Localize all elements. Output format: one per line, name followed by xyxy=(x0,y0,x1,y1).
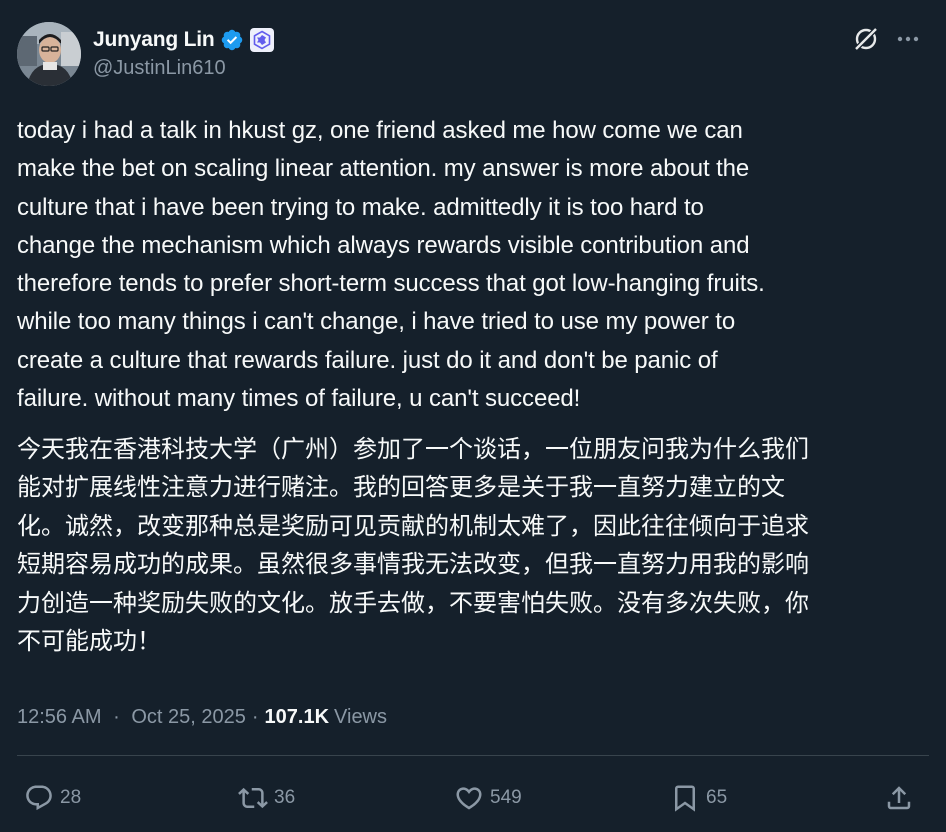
bookmark-icon xyxy=(675,785,695,812)
tweet-text-line: create a culture that rewards failure. j… xyxy=(17,346,718,374)
verified-badge-icon[interactable] xyxy=(220,28,244,52)
bookmark-button[interactable]: 65 xyxy=(670,780,727,816)
author-display-name[interactable]: Junyang Lin xyxy=(93,28,215,52)
tweet-text-line: therefore tends to prefer short-term suc… xyxy=(17,270,765,298)
share-button[interactable] xyxy=(884,780,914,816)
like-button[interactable]: 549 xyxy=(454,780,522,816)
tweet-text-line: 今天我在香港科技大学（广州）参加了一个谈话，一位朋友问我为什么我们 xyxy=(17,435,809,463)
tweet-card: Junyang Lin @JustinLin610 today i had a … xyxy=(0,0,946,832)
tweet-text-line: 力创造一种奖励失败的文化。放手去做，不要害怕失败。没有多次失败，你 xyxy=(17,588,809,617)
tweet-meta: 12:56 AM · Oct 25, 2025 · 107.1K Views xyxy=(17,702,387,732)
reply-count: 28 xyxy=(60,787,82,808)
tweet-text-chinese: 今天我在香港科技大学（广州）参加了一个谈话，一位朋友问我为什么我们 能对扩展线性… xyxy=(17,430,929,660)
grok-icon[interactable] xyxy=(851,24,881,54)
share-icon xyxy=(887,786,911,810)
reply-icon xyxy=(26,785,52,811)
divider xyxy=(17,755,929,756)
bookmark-count: 65 xyxy=(706,787,728,808)
reply-button[interactable]: 28 xyxy=(24,780,81,816)
affiliation-badge-icon[interactable] xyxy=(250,28,275,52)
meta-separator: · xyxy=(251,705,259,728)
tweet-text-line: failure. without many times of failure, … xyxy=(17,385,581,413)
repost-icon xyxy=(238,787,268,809)
like-count: 549 xyxy=(490,787,522,808)
tweet-text-line: change the mechanism which always reward… xyxy=(17,231,750,259)
avatar[interactable] xyxy=(17,22,81,86)
tweet-text-english: today i had a talk in hkust gz, one frie… xyxy=(17,112,929,418)
tweet-text-line: while too many things i can't change, i … xyxy=(17,308,736,336)
tweet-text-line: 能对扩展线性注意力进行赌注。我的回答更多是关于我一直努力建立的文 xyxy=(17,473,785,502)
repost-button[interactable]: 36 xyxy=(238,780,295,816)
views-label[interactable]: Views xyxy=(334,706,387,729)
tweet-text-line: make the bet on scaling linear attention… xyxy=(17,155,750,183)
author-handle[interactable]: @JustinLin610 xyxy=(93,57,226,80)
repost-count: 36 xyxy=(274,787,296,808)
tweet-text-line: culture that i have been trying to make.… xyxy=(17,193,704,221)
views-count[interactable]: 107.1K xyxy=(265,706,330,729)
tweet-text-line: 化。诚然，改变那种总是奖励可见贡献的机制太难了，因此往往倾向于追求 xyxy=(17,511,809,540)
tweet-text-line: 短期容易成功的成果。虽然很多事情我无法改变，但我一直努力用我的影响 xyxy=(17,550,809,579)
tweet-text-line: 不可能成功！ xyxy=(17,627,161,656)
meta-separator: · xyxy=(113,705,120,728)
tweet-time: 12:56 AM xyxy=(17,705,102,728)
tweet-date: Oct 25, 2025 xyxy=(131,705,246,728)
more-options-icon[interactable] xyxy=(893,24,923,54)
avatar-image xyxy=(17,22,81,86)
author-name-row: Junyang Lin xyxy=(93,26,275,54)
tweet-time-link[interactable]: 12:56 AM · Oct 25, 2025 xyxy=(17,706,246,729)
heart-icon xyxy=(456,787,482,810)
tweet-text-line: today i had a talk in hkust gz, one frie… xyxy=(17,117,743,144)
